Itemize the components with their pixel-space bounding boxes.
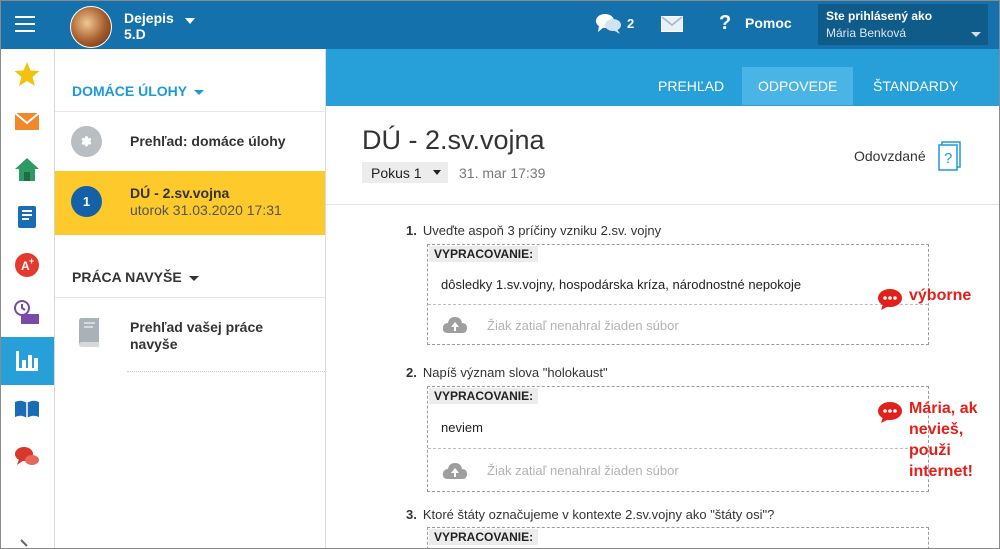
chevron-down-icon [188,275,199,281]
answer-box-2: VYPRACOVANIE: neviem Žiak zatiaľ nenahra… [427,386,929,492]
rail-library[interactable] [1,385,54,433]
question-1: 1. Uveďte aspoň 3 príčiny vzniku 2.sv. vo… [406,223,661,238]
answer-text: dôsledky 1.sv.vojny, hospodárska kríza, … [441,277,802,292]
question-3: 3. Ktoré štáty označujeme v kontexte 2.sv… [406,507,774,522]
sidebar-item-overview[interactable]: ✽ Prehľad: domáce úlohy [55,111,325,170]
answer-label: VYPRACOVANIE: [429,388,539,404]
status-text: Odovzdané [854,148,926,164]
sidebar-item-extra-overview[interactable]: Prehľad vašej práce navyše [55,297,325,372]
sidebar-item-label: Prehľad vašej práce navyše [130,319,264,352]
grade-icon: A + [15,253,39,277]
stats-icon [16,351,38,371]
svg-text:+: + [29,256,34,266]
divider [127,371,325,372]
sidebar-item-label: Prehľad: domáce úlohy [130,133,286,149]
answer-text: neviem [441,420,483,435]
course-switcher[interactable]: Dejepis 5.D [124,10,174,42]
teacher-comment: výborne [909,287,972,304]
question-text: Uveďte aspoň 3 príčiny vzniku 2.sv. vojn… [422,223,662,238]
rail-messages[interactable] [1,97,54,145]
message-count[interactable]: 2 [627,16,634,31]
file-upload-area[interactable]: Žiak zatiaľ nenahral žiaden súbor [428,448,928,492]
chevron-down-icon [194,89,205,95]
app-rail: A + [1,49,55,549]
book-icon [79,318,99,347]
tab-standards[interactable]: ŠTANDARDY [873,78,958,94]
rail-stats[interactable] [1,337,54,385]
logged-in-label: Ste prihlásený ako [826,9,933,23]
answer-label: VYPRACOVANIE: [429,246,539,262]
rail-desk[interactable] [1,289,54,337]
page-title: DÚ - 2.sv.vojna [362,125,545,155]
user-menu[interactable]: Ste prihlásený ako Mária Benková [818,4,988,45]
user-name: Mária Benková [826,26,907,40]
comment-icon[interactable] [877,288,903,310]
rail-discussion[interactable] [1,433,54,481]
task-number-badge: 1 [71,186,102,217]
gear-icon: ✽ [71,126,102,157]
cloud-upload-icon [442,317,467,333]
discussion-icon [15,447,39,465]
answer-label: VYPRACOVANIE: [429,529,539,545]
star-icon [14,62,40,86]
teacher-comment: Mária, ak nevieš, použi internet! [909,400,978,480]
mail-icon[interactable] [661,16,683,32]
tab-overview[interactable]: PREHĽAD [658,78,724,94]
home-icon [15,158,39,181]
sidebar-item-date: utorok 31.03.2020 17:31 [130,202,282,218]
tab-answers[interactable]: ODPOVEDE [742,67,854,105]
submission-date: 31. mar 17:39 [459,165,546,181]
desk-icon [14,300,39,324]
attempt-value: Pokus 1 [371,165,422,181]
cloud-upload-icon [442,463,467,479]
upload-status: Žiak zatiaľ nenahral žiaden súbor [487,463,679,478]
file-upload-area[interactable]: Žiak zatiaľ nenahral žiaden súbor [428,304,928,345]
app-window: Dejepis 5.D 2 ? Pomoc Ste prihlásený ako… [0,0,1000,549]
upload-status: Žiak zatiaľ nenahral žiaden súbor [487,318,679,333]
submitted-document-icon[interactable]: ? [938,141,962,171]
question-text: Napíš význam slova "holokaust" [422,365,608,380]
sidebar: DOMÁCE ÚLOHY ✽ Prehľad: domáce úlohy 1 D… [55,49,326,548]
question-2: 2. Napíš význam slova "holokaust" [406,365,608,380]
question-number: 1. [406,223,417,238]
top-bar: Dejepis 5.D 2 ? Pomoc Ste prihlásený ako… [1,1,999,49]
help-icon[interactable]: ? [719,12,731,35]
caret-down-icon [433,170,441,175]
course-class: 5.D [124,26,146,42]
question-text: Ktoré štáty označujeme v kontexte 2.sv.v… [422,507,775,522]
section-homework-label: DOMÁCE ÚLOHY [72,83,188,99]
menu-icon[interactable] [1,1,49,49]
help-link[interactable]: Pomoc [745,15,792,31]
chevron-right-icon[interactable] [18,539,32,549]
notebook-icon [18,206,36,228]
question-number: 2. [406,365,417,380]
rail-favorites[interactable] [1,50,54,98]
chevron-down-icon[interactable] [971,32,981,37]
comment-icon[interactable] [877,401,903,423]
section-extra-label: PRÁCA NAVYŠE [72,269,182,285]
rail-notebook[interactable] [1,193,54,241]
chevron-down-icon[interactable] [185,18,195,24]
section-homework[interactable]: DOMÁCE ÚLOHY [72,83,205,99]
sidebar-item-homework[interactable]: 1 DÚ - 2.sv.vojna utorok 31.03.2020 17:3… [55,171,325,235]
svg-text:?: ? [944,150,952,167]
answer-box-3: VYPRACOVANIE: [427,527,929,548]
chat-icon[interactable] [595,12,622,36]
question-number: 3. [406,507,417,522]
tab-bar: PREHĽAD ODPOVEDE ŠTANDARDY [326,49,999,106]
course-title: Dejepis [124,10,174,26]
attempt-select[interactable]: Pokus 1 [362,162,448,183]
course-avatar[interactable] [70,6,112,48]
sidebar-item-title: DÚ - 2.sv.vojna [130,185,230,201]
mail-icon [14,112,40,130]
rail-home[interactable] [1,145,54,193]
divider [326,204,999,205]
section-extra-work[interactable]: PRÁCA NAVYŠE [72,269,199,285]
open-book-icon [15,400,39,418]
answer-box-1: VYPRACOVANIE: dôsledky 1.sv.vojny, hospo… [427,244,929,345]
rail-grades[interactable]: A + [1,241,54,289]
